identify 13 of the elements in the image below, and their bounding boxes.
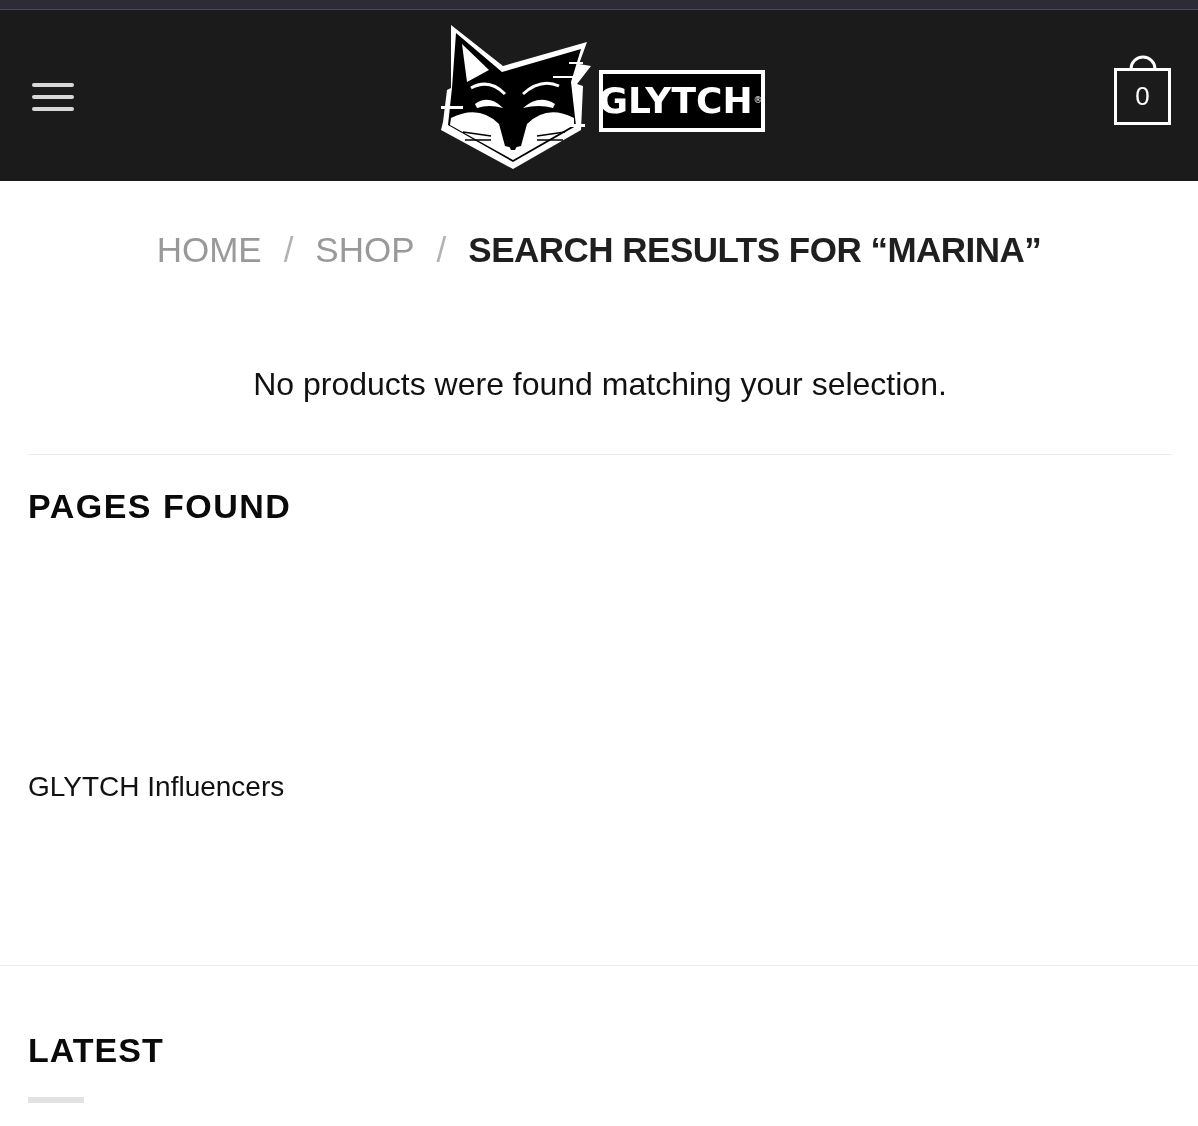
fox-head-icon — [440, 23, 591, 170]
no-results-message: No products were found matching your selection. — [253, 365, 947, 404]
breadcrumb-separator: / — [283, 229, 294, 271]
section-heading: LATEST — [28, 1030, 164, 1071]
menu-icon — [32, 82, 74, 111]
page-link[interactable]: GLYTCH Influencers — [28, 770, 285, 804]
menu-button[interactable] — [32, 82, 74, 111]
heading-accent-bar — [28, 1097, 84, 1103]
section-heading: PAGES FOUND — [28, 486, 292, 527]
breadcrumb-separator: / — [436, 229, 447, 271]
bag-handle-icon — [1128, 54, 1157, 69]
breadcrumb-current: SEARCH RESULTS FOR “MARINA” — [468, 229, 1042, 271]
logo-wordmark: GLYTCH$^{®}$ — [598, 69, 765, 132]
